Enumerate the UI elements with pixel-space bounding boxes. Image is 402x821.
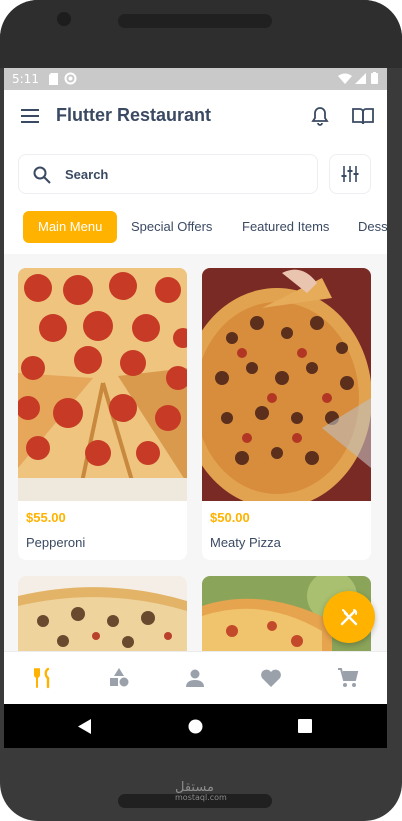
recents-icon[interactable] [298,719,313,734]
mostaql-watermark: مستقل mostaql.com [175,780,227,802]
pizza-image [18,576,187,656]
system-navigation-bar [4,704,387,748]
watermark-sub: mostaql.com [175,793,227,802]
fork-knife-icon [340,609,358,626]
person-icon [186,669,204,687]
tab-special-offers[interactable]: Special Offers [131,211,212,243]
bottom-navigation [4,651,387,704]
nav-cart[interactable] [335,665,361,691]
product-name: Pepperoni [26,535,86,550]
nav-menu[interactable] [30,665,56,691]
product-price: $55.00 [26,510,66,525]
shapes-icon [110,668,129,687]
wifi-icon [338,73,352,84]
search-placeholder: Search [65,167,109,182]
app-screen: 5:11 Flutter Restaurant Search Main Menu… [4,68,387,748]
hamburger-menu-icon[interactable] [21,109,39,123]
signal-icon [355,73,366,84]
battery-icon [371,72,378,84]
search-icon [33,166,51,184]
nav-favorites[interactable] [258,665,284,691]
app-bar: Flutter Restaurant [4,90,387,142]
product-card-pepperoni[interactable]: $55.00 Pepperoni [18,268,187,560]
nav-categories[interactable] [106,665,132,691]
nav-profile[interactable] [182,665,208,691]
status-bar: 5:11 [4,68,387,90]
front-camera [57,12,71,26]
phone-frame: 5:11 Flutter Restaurant Search Main Menu… [0,0,402,821]
product-grid: $55.00 Pepperoni $50.00 Meaty Pizza [4,254,387,656]
product-card-meaty-pizza[interactable]: $50.00 Meaty Pizza [202,268,371,560]
utensils-icon [34,667,50,689]
tab-featured-items[interactable]: Featured Items [242,211,329,243]
search-input[interactable]: Search [18,154,318,194]
earpiece-speaker [118,14,272,28]
phone-top-bezel [0,0,402,68]
sliders-icon [341,166,359,182]
product-name: Meaty Pizza [210,535,281,550]
app-title: Flutter Restaurant [56,105,212,125]
fab-menu-button[interactable] [323,591,375,643]
tab-main-menu[interactable]: Main Menu [23,211,118,243]
category-tabs: Main Menu Special Offers Featured Items … [4,211,387,243]
home-icon[interactable] [188,719,203,734]
back-icon[interactable] [78,719,92,734]
product-price: $50.00 [210,510,250,525]
tab-desserts[interactable]: Dess [358,211,387,243]
sd-card-icon [49,73,58,85]
bell-icon[interactable] [311,106,329,126]
book-open-icon[interactable] [352,107,374,125]
meaty-pizza-image [202,268,371,501]
cart-icon [338,668,359,687]
pepperoni-pizza-image [18,268,187,501]
status-time: 5:11 [12,72,39,86]
heart-icon [261,669,281,687]
product-card[interactable] [18,576,187,656]
sync-icon [64,72,77,85]
filter-button[interactable] [329,154,371,194]
